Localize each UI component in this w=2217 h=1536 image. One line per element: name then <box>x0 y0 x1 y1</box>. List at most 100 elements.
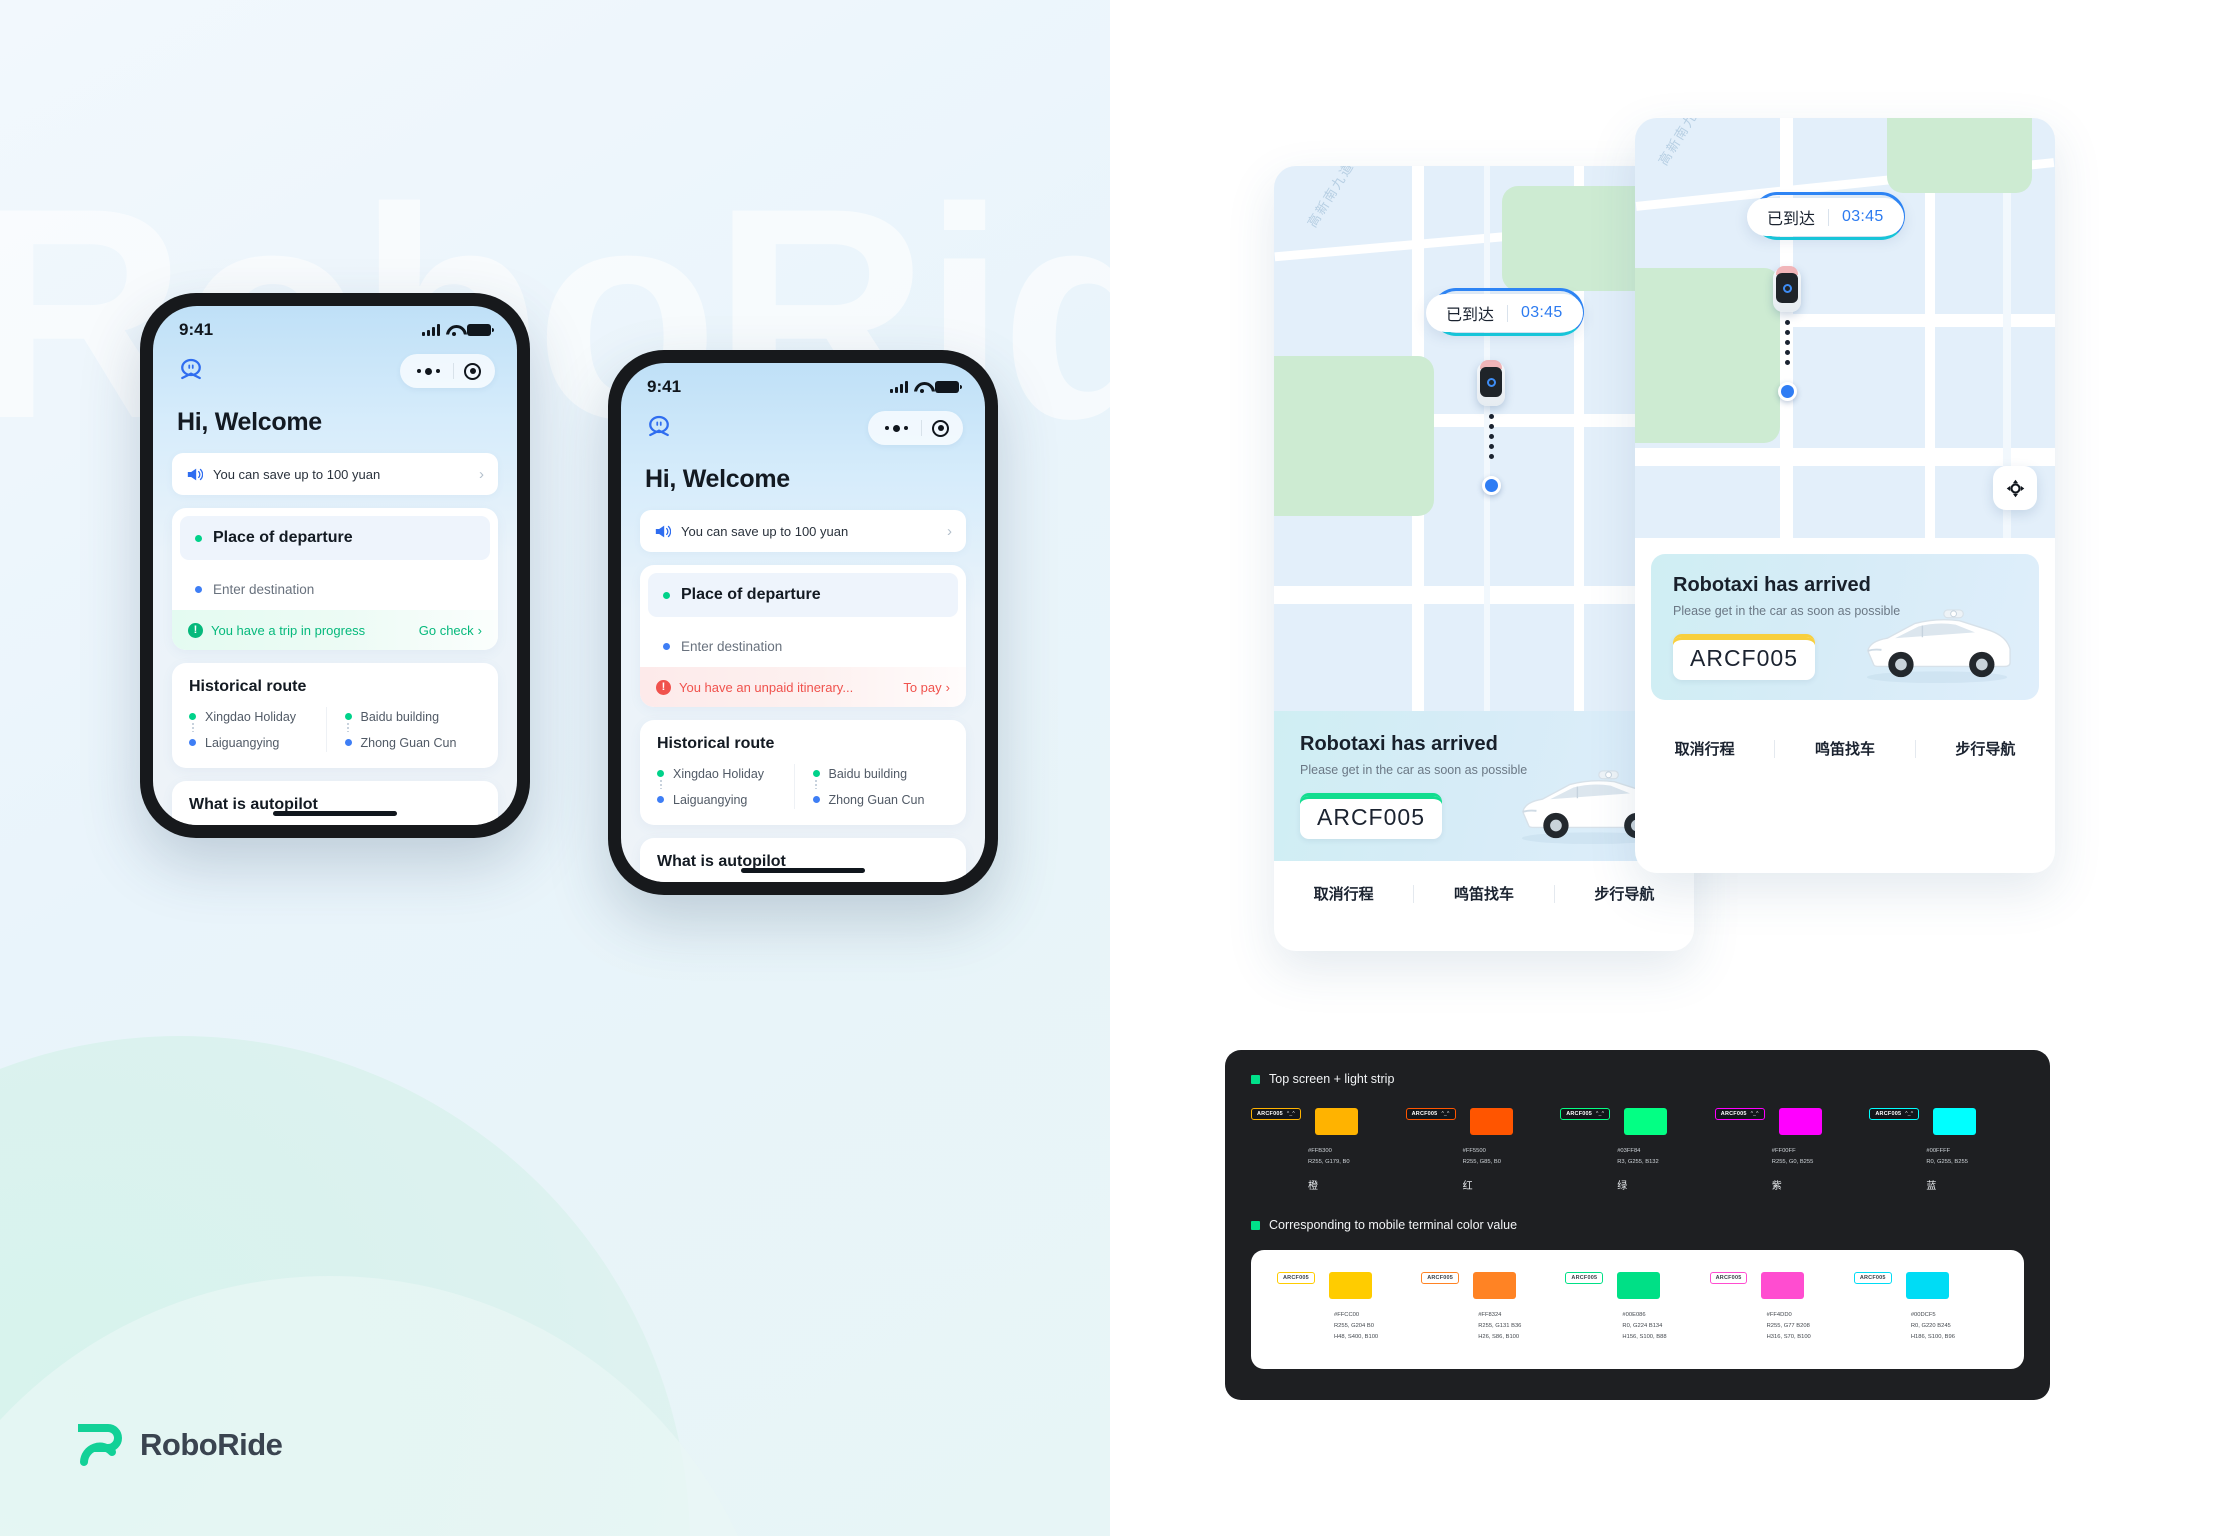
historical-route-card: Historical route Xingdao Holiday Laiguan… <box>172 663 498 768</box>
phone-mockup-primary: 9:41 Hi, Welcome You can save up to 100 … <box>140 293 530 838</box>
color-values: #00E086 R0, G224 B134 H156, S100, B88 <box>1622 1310 1709 1342</box>
chevron-right-icon: › <box>477 622 482 638</box>
home-indicator <box>273 811 397 816</box>
brand-lockup: RoboRide <box>78 1424 283 1466</box>
mini-plate-code: ARCF005 <box>1566 1111 1593 1117</box>
arrival-actions: 取消行程 鸣笛找车 步行导航 <box>1274 861 1694 930</box>
color-chip <box>1905 1272 1949 1300</box>
list-item[interactable]: Baidu building <box>344 707 482 726</box>
departure-input[interactable]: Place of departure <box>648 573 958 617</box>
cancel-trip-button[interactable]: 取消行程 <box>1635 738 1774 759</box>
more-dots-icon[interactable] <box>872 424 921 432</box>
exclamation-circle-icon: ! <box>188 622 203 638</box>
color-value-line: R255, G0, B255 <box>1771 1158 1814 1165</box>
color-chip <box>1328 1272 1372 1300</box>
color-value-line: R3, G255, B132 <box>1617 1158 1659 1165</box>
chevron-right-icon: › <box>945 679 950 695</box>
target-locate-icon[interactable] <box>454 362 491 380</box>
color-value-line: R255, G204 B0 <box>1334 1323 1374 1330</box>
color-chip <box>1469 1108 1513 1135</box>
palette-section-title: Corresponding to mobile terminal color v… <box>1269 1218 1518 1233</box>
route-label: Baidu building <box>360 709 440 724</box>
honk-find-car-button[interactable]: 鸣笛找车 <box>1414 883 1553 904</box>
palette-section-header-2: Corresponding to mobile terminal color v… <box>1251 1218 2024 1232</box>
bullet-square-icon <box>1251 1074 1260 1084</box>
route-column-2: Baidu building Zhong Guan Cun <box>793 764 950 809</box>
origin-dot-icon <box>657 770 664 777</box>
robotaxi-arrival-card-front: 高新南九道 已到达 03:45 Robotaxi has arrived Ple… <box>1635 118 2055 873</box>
color-value-line: #FFCC00 <box>1334 1312 1360 1319</box>
list-item[interactable]: Zhong Guan Cun <box>812 790 950 809</box>
alert-action[interactable]: Go check › <box>419 623 482 638</box>
departure-label: Place of departure <box>213 529 353 546</box>
color-value-line: R0, G255, B255 <box>1926 1158 1968 1165</box>
car-top-view-icon <box>1477 360 1505 406</box>
route-label: Laiguangying <box>673 792 748 807</box>
color-values: #FF4DD0 R255, G77 B208 H316, S70, B100 <box>1767 1310 1854 1342</box>
mini-license-plate: ARCF005 ^_^ <box>1869 1108 1920 1120</box>
cancel-trip-button[interactable]: 取消行程 <box>1274 883 1413 904</box>
list-item[interactable]: Laiguangying <box>189 733 326 752</box>
honk-find-car-button[interactable]: 鸣笛找车 <box>1775 738 1914 759</box>
color-name-cn: 橙 <box>1308 1181 1318 1193</box>
color-palette-panel: Top screen + light strip ARCF005 ^_^ #FFB3… <box>1225 1050 2050 1400</box>
design-showcase-page: RoboRide 9:41 <box>0 0 2217 1536</box>
color-value-line: H156, S100, B88 <box>1622 1333 1667 1340</box>
promo-banner[interactable]: You can save up to 100 yuan › <box>172 453 498 495</box>
status-icons <box>890 381 962 393</box>
list-item[interactable]: Xingdao Holiday <box>189 707 326 726</box>
color-chip <box>1617 1272 1661 1300</box>
list-item[interactable]: Xingdao Holiday <box>657 764 794 783</box>
list-item[interactable]: Zhong Guan Cun <box>344 733 482 752</box>
signal-bars-icon <box>890 381 908 393</box>
mini-plate-code: ARCF005 <box>1720 1111 1747 1117</box>
app-top-bar <box>153 340 517 388</box>
route-column-1: Xingdao Holiday Laiguangying <box>189 707 326 752</box>
mini-plate-face: ^_^ <box>1596 1111 1605 1117</box>
destination-dot-icon <box>812 796 820 803</box>
color-values: #FF8324 R255, G131 B36 H26, S86, B100 <box>1478 1310 1565 1342</box>
mini-plate-code: ARCF005 <box>1411 1111 1438 1117</box>
left-showcase-panel: RoboRide 9:41 <box>0 0 1110 1536</box>
page-title: Hi, Welcome <box>177 408 322 436</box>
list-item[interactable]: Baidu building <box>812 764 950 783</box>
trip-input-card: Place of departure Enter destination ! Y… <box>640 565 966 707</box>
color-swatch: ARCF005 ^_^ #FF5500 R255, G85, B0 红 <box>1405 1108 1561 1192</box>
destination-input[interactable]: Enter destination <box>640 625 966 667</box>
departure-input[interactable]: Place of departure <box>180 516 490 560</box>
color-values: #FF5500 R255, G85, B0 <box>1463 1146 1561 1167</box>
exclamation-circle-icon: ! <box>656 679 671 695</box>
color-value-line: #03FF84 <box>1617 1148 1641 1154</box>
more-dots-icon[interactable] <box>404 367 453 375</box>
swatch-preview-row: ARCF005 ^_^ <box>1869 1108 2024 1135</box>
swatch-preview-row: ARCF005 <box>1277 1272 1421 1300</box>
color-swatch: ARCF005 ^_^ #03FF84 R3, G255, B132 绿 <box>1560 1108 1715 1192</box>
map-view[interactable]: 高新南九道 已到达 03:45 <box>1635 118 2055 538</box>
alert-message: You have a trip in progress <box>211 622 366 638</box>
trip-progress-alert[interactable]: ! You have a trip in progress Go check › <box>172 610 498 650</box>
route-label: Zhong Guan Cun <box>360 735 457 750</box>
promo-banner[interactable]: You can save up to 100 yuan › <box>640 510 966 552</box>
walking-navigation-button[interactable]: 步行导航 <box>1916 738 2055 759</box>
color-value-line: #00E086 <box>1622 1312 1646 1319</box>
unpaid-itinerary-alert[interactable]: ! You have an unpaid itinerary... To pay… <box>640 667 966 707</box>
destination-dot-icon <box>657 796 664 803</box>
target-locate-icon[interactable] <box>922 419 959 437</box>
alert-action[interactable]: To pay › <box>903 680 950 695</box>
destination-input[interactable]: Enter destination <box>172 568 498 610</box>
color-name-cn: 绿 <box>1617 1181 1628 1193</box>
robot-avatar-icon[interactable] <box>645 414 673 442</box>
color-values: #FFB300 R255, G179, B0 <box>1308 1146 1406 1167</box>
mini-license-plate: ARCF005 ^_^ <box>1714 1108 1765 1120</box>
page-title: Hi, Welcome <box>645 465 790 493</box>
phone-screen-primary: 9:41 Hi, Welcome You can save up to 100 … <box>153 306 517 825</box>
list-item[interactable]: Laiguangying <box>657 790 794 809</box>
status-bar: 9:41 <box>621 363 985 397</box>
walking-navigation-button[interactable]: 步行导航 <box>1555 883 1694 904</box>
origin-dot-icon <box>663 591 670 599</box>
map-view[interactable]: 高新南九道 已到达 03:45 <box>1274 166 1694 711</box>
section-title: Historical route <box>657 735 775 752</box>
robot-avatar-icon[interactable] <box>177 357 205 385</box>
locate-crosshair-icon[interactable] <box>1993 466 2037 510</box>
promo-text: You can save up to 100 yuan <box>681 523 849 539</box>
